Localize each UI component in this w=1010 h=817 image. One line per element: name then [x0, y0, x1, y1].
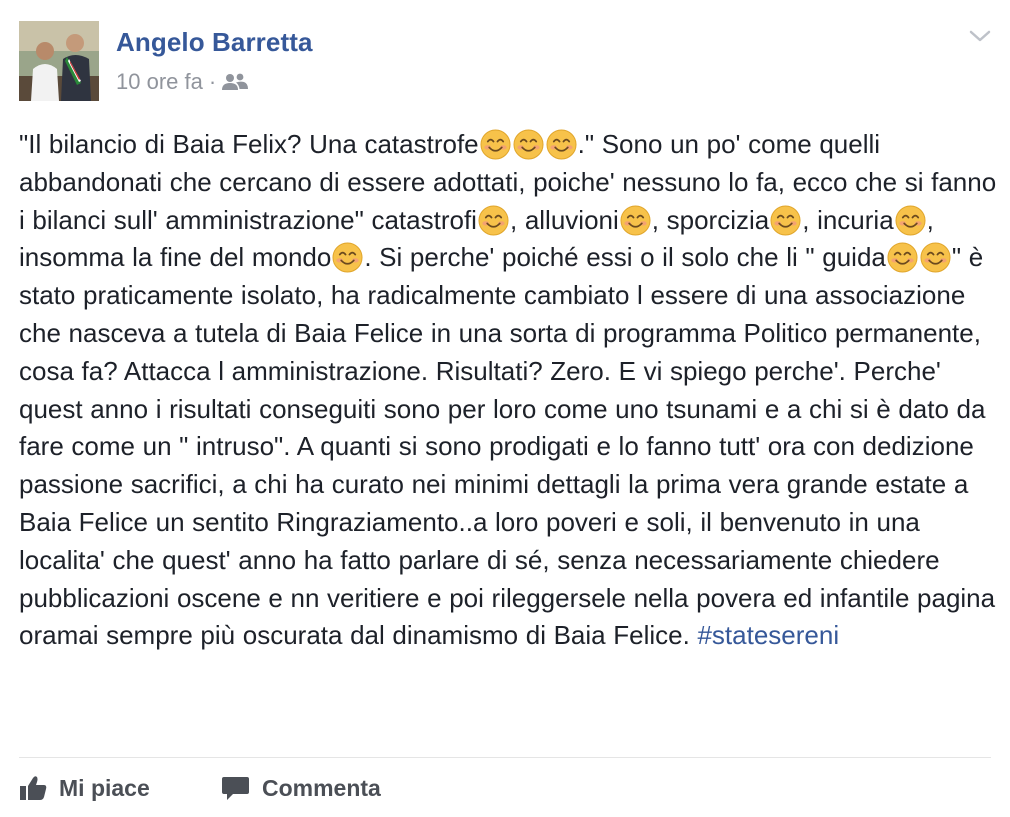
post-text-segment: , incuria [802, 204, 894, 235]
hashtag-link[interactable]: #statesereni [697, 620, 839, 650]
comment-button[interactable]: Commenta [221, 775, 381, 802]
author-name[interactable]: Angelo Barretta [116, 27, 313, 58]
facebook-post: Angelo Barretta 10 ore fa · "Il bilancio… [0, 0, 1010, 817]
smiling-face-icon [770, 205, 801, 236]
smiling-face-icon [920, 242, 951, 273]
smiling-face-icon [887, 242, 918, 273]
smiling-face-icon [546, 129, 577, 160]
smiling-face-icon [480, 129, 511, 160]
chevron-down-icon[interactable] [968, 26, 992, 46]
avatar[interactable] [19, 21, 99, 101]
post-actions: Mi piace Commenta [19, 768, 381, 808]
smiling-face-icon [513, 129, 544, 160]
friends-icon[interactable] [222, 72, 249, 92]
post-text-segment: . Si perche' poiché essi o il solo che l… [364, 242, 886, 273]
like-button[interactable]: Mi piace [19, 775, 221, 802]
smiling-face-icon [332, 242, 363, 273]
post-meta: 10 ore fa · [116, 67, 249, 97]
smiling-face-icon [620, 205, 651, 236]
post-text-segment: "Il bilancio di Baia Felix? Una catastro… [19, 129, 479, 159]
comment-icon [222, 777, 249, 800]
avatar-photo [19, 21, 99, 101]
smiling-face-icon [478, 205, 509, 236]
post-text-segment: " è stato praticamente isolato, ha radic… [19, 242, 1003, 651]
divider [19, 757, 991, 758]
meta-separator: · [208, 69, 217, 94]
thumbs-up-icon [20, 776, 47, 800]
post-text-segment: , alluvioni [509, 204, 619, 235]
smiling-face-icon [895, 205, 926, 236]
post-text-segment: , sporcizia [651, 204, 770, 235]
comment-label: Commenta [262, 774, 381, 801]
like-label: Mi piace [59, 774, 150, 801]
post-timestamp[interactable]: 10 ore fa [116, 69, 203, 95]
post-body: "Il bilancio di Baia Felix? Una catastro… [19, 126, 999, 655]
